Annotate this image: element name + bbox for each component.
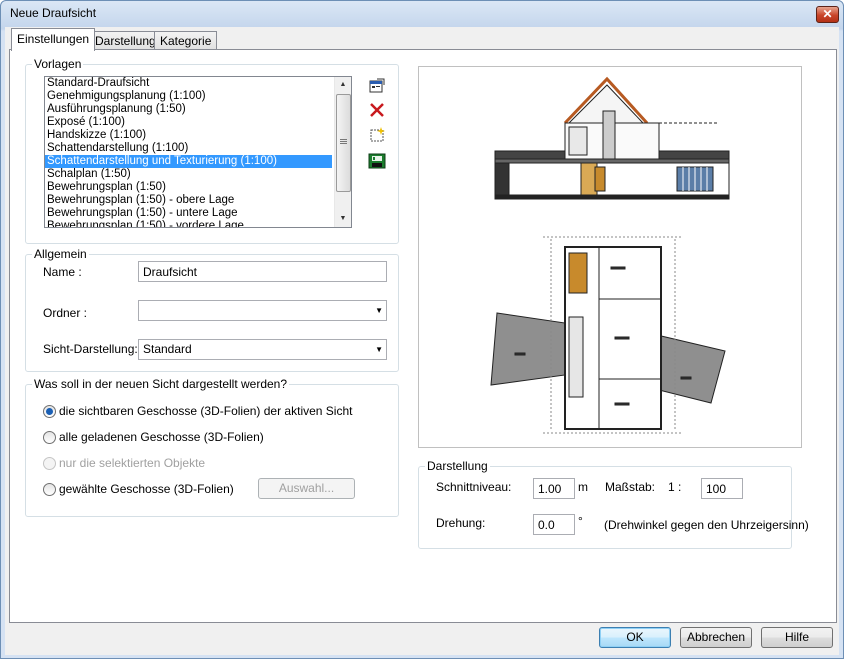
new-template-icon: [370, 127, 385, 142]
vorlagen-list[interactable]: Standard-Draufsicht Genehmigungsplanung …: [44, 76, 352, 228]
list-item[interactable]: Handskizze (1:100): [45, 129, 351, 142]
preview-image: [418, 66, 802, 448]
chevron-down-icon: ▼: [375, 345, 383, 354]
tab-einstellungen[interactable]: Einstellungen: [11, 28, 96, 51]
name-field[interactable]: Draufsicht: [138, 261, 387, 282]
radio-gewaehlte-geschosse[interactable]: [43, 483, 56, 496]
list-item[interactable]: Schattendarstellung (1:100): [45, 142, 351, 155]
massstab-label: Maßstab:: [605, 480, 656, 494]
radio-sichtbare-geschosse[interactable]: [43, 405, 56, 418]
cancel-button[interactable]: Abbrechen: [680, 627, 752, 648]
allgemein-title: Allgemein: [32, 247, 89, 261]
delete-button[interactable]: [367, 100, 387, 120]
darstellen-title: Was soll in der neuen Sicht dargestellt …: [32, 377, 290, 391]
properties-icon: [369, 78, 385, 93]
list-item-selected[interactable]: Schattendarstellung und Texturierung (1:…: [45, 155, 332, 168]
list-item[interactable]: Standard-Draufsicht: [45, 77, 351, 90]
massstab-prefix: 1 :: [668, 480, 682, 494]
auswahl-button: Auswahl...: [258, 478, 355, 499]
tab-kategorie[interactable]: Kategorie: [154, 31, 218, 50]
list-item[interactable]: Bewehrungsplan (1:50): [45, 181, 351, 194]
tab-darstellung[interactable]: Darstellung: [89, 31, 162, 50]
help-button[interactable]: Hilfe: [761, 627, 833, 648]
radio-selektierte-objekte: [43, 457, 56, 470]
radio-selektierte-objekte-label: nur die selektierten Objekte: [59, 456, 206, 470]
massstab-field[interactable]: 100: [701, 478, 743, 499]
chevron-down-icon: ▼: [375, 306, 383, 315]
vorlagen-title: Vorlagen: [32, 57, 84, 71]
radio-sichtbare-geschosse-label[interactable]: die sichtbaren Geschosse (3D-Folien) der…: [59, 404, 352, 418]
ordner-select[interactable]: ▼: [138, 300, 387, 321]
radio-alle-geschosse-label[interactable]: alle geladenen Geschosse (3D-Folien): [59, 430, 264, 444]
list-item[interactable]: Schalplan (1:50): [45, 168, 351, 181]
title-bar[interactable]: Neue Draufsicht ✕: [1, 1, 843, 27]
schnittniveau-field[interactable]: 1.00: [533, 478, 575, 499]
scroll-up-icon[interactable]: ▲: [335, 77, 351, 93]
close-icon: ✕: [822, 7, 833, 21]
schnittniveau-unit: m: [578, 480, 588, 494]
scroll-thumb[interactable]: [336, 94, 351, 192]
darstellung-title: Darstellung: [425, 459, 490, 473]
new-template-button[interactable]: [367, 125, 387, 145]
sicht-darstellung-label: Sicht-Darstellung:: [43, 342, 138, 356]
radio-alle-geschosse[interactable]: [43, 431, 56, 444]
building-drawing: [490, 76, 730, 434]
list-scrollbar[interactable]: ▲ ▼: [334, 77, 351, 227]
ok-button[interactable]: OK: [599, 627, 671, 648]
list-item[interactable]: Exposé (1:100): [45, 116, 351, 129]
drehung-hint: (Drehwinkel gegen den Uhrzeigersinn): [604, 518, 809, 532]
drehung-unit: °: [578, 514, 583, 528]
drehung-label: Drehung:: [436, 516, 486, 530]
drehung-field[interactable]: 0.0: [533, 514, 575, 535]
ordner-label: Ordner :: [43, 306, 88, 320]
schnittniveau-label: Schnittniveau:: [436, 480, 512, 494]
save-template-icon: [368, 153, 386, 169]
list-item[interactable]: Ausführungsplanung (1:50): [45, 103, 351, 116]
list-item[interactable]: Bewehrungsplan (1:50) - vordere Lage: [45, 220, 351, 227]
save-template-button[interactable]: [367, 151, 387, 171]
properties-button[interactable]: [367, 75, 387, 95]
sicht-darstellung-value: Standard: [143, 342, 192, 356]
delete-icon: [370, 103, 384, 117]
list-item[interactable]: Genehmigungsplanung (1:100): [45, 90, 351, 103]
list-item[interactable]: Bewehrungsplan (1:50) - untere Lage: [45, 207, 351, 220]
radio-gewaehlte-geschosse-label[interactable]: gewählte Geschosse (3D-Folien): [59, 482, 234, 496]
scroll-down-icon[interactable]: ▼: [335, 211, 351, 227]
close-button[interactable]: ✕: [816, 6, 839, 23]
list-item[interactable]: Bewehrungsplan (1:50) - obere Lage: [45, 194, 351, 207]
name-label: Name :: [43, 265, 82, 279]
sicht-darstellung-select[interactable]: Standard ▼: [138, 339, 387, 360]
window-title: Neue Draufsicht: [10, 6, 97, 20]
